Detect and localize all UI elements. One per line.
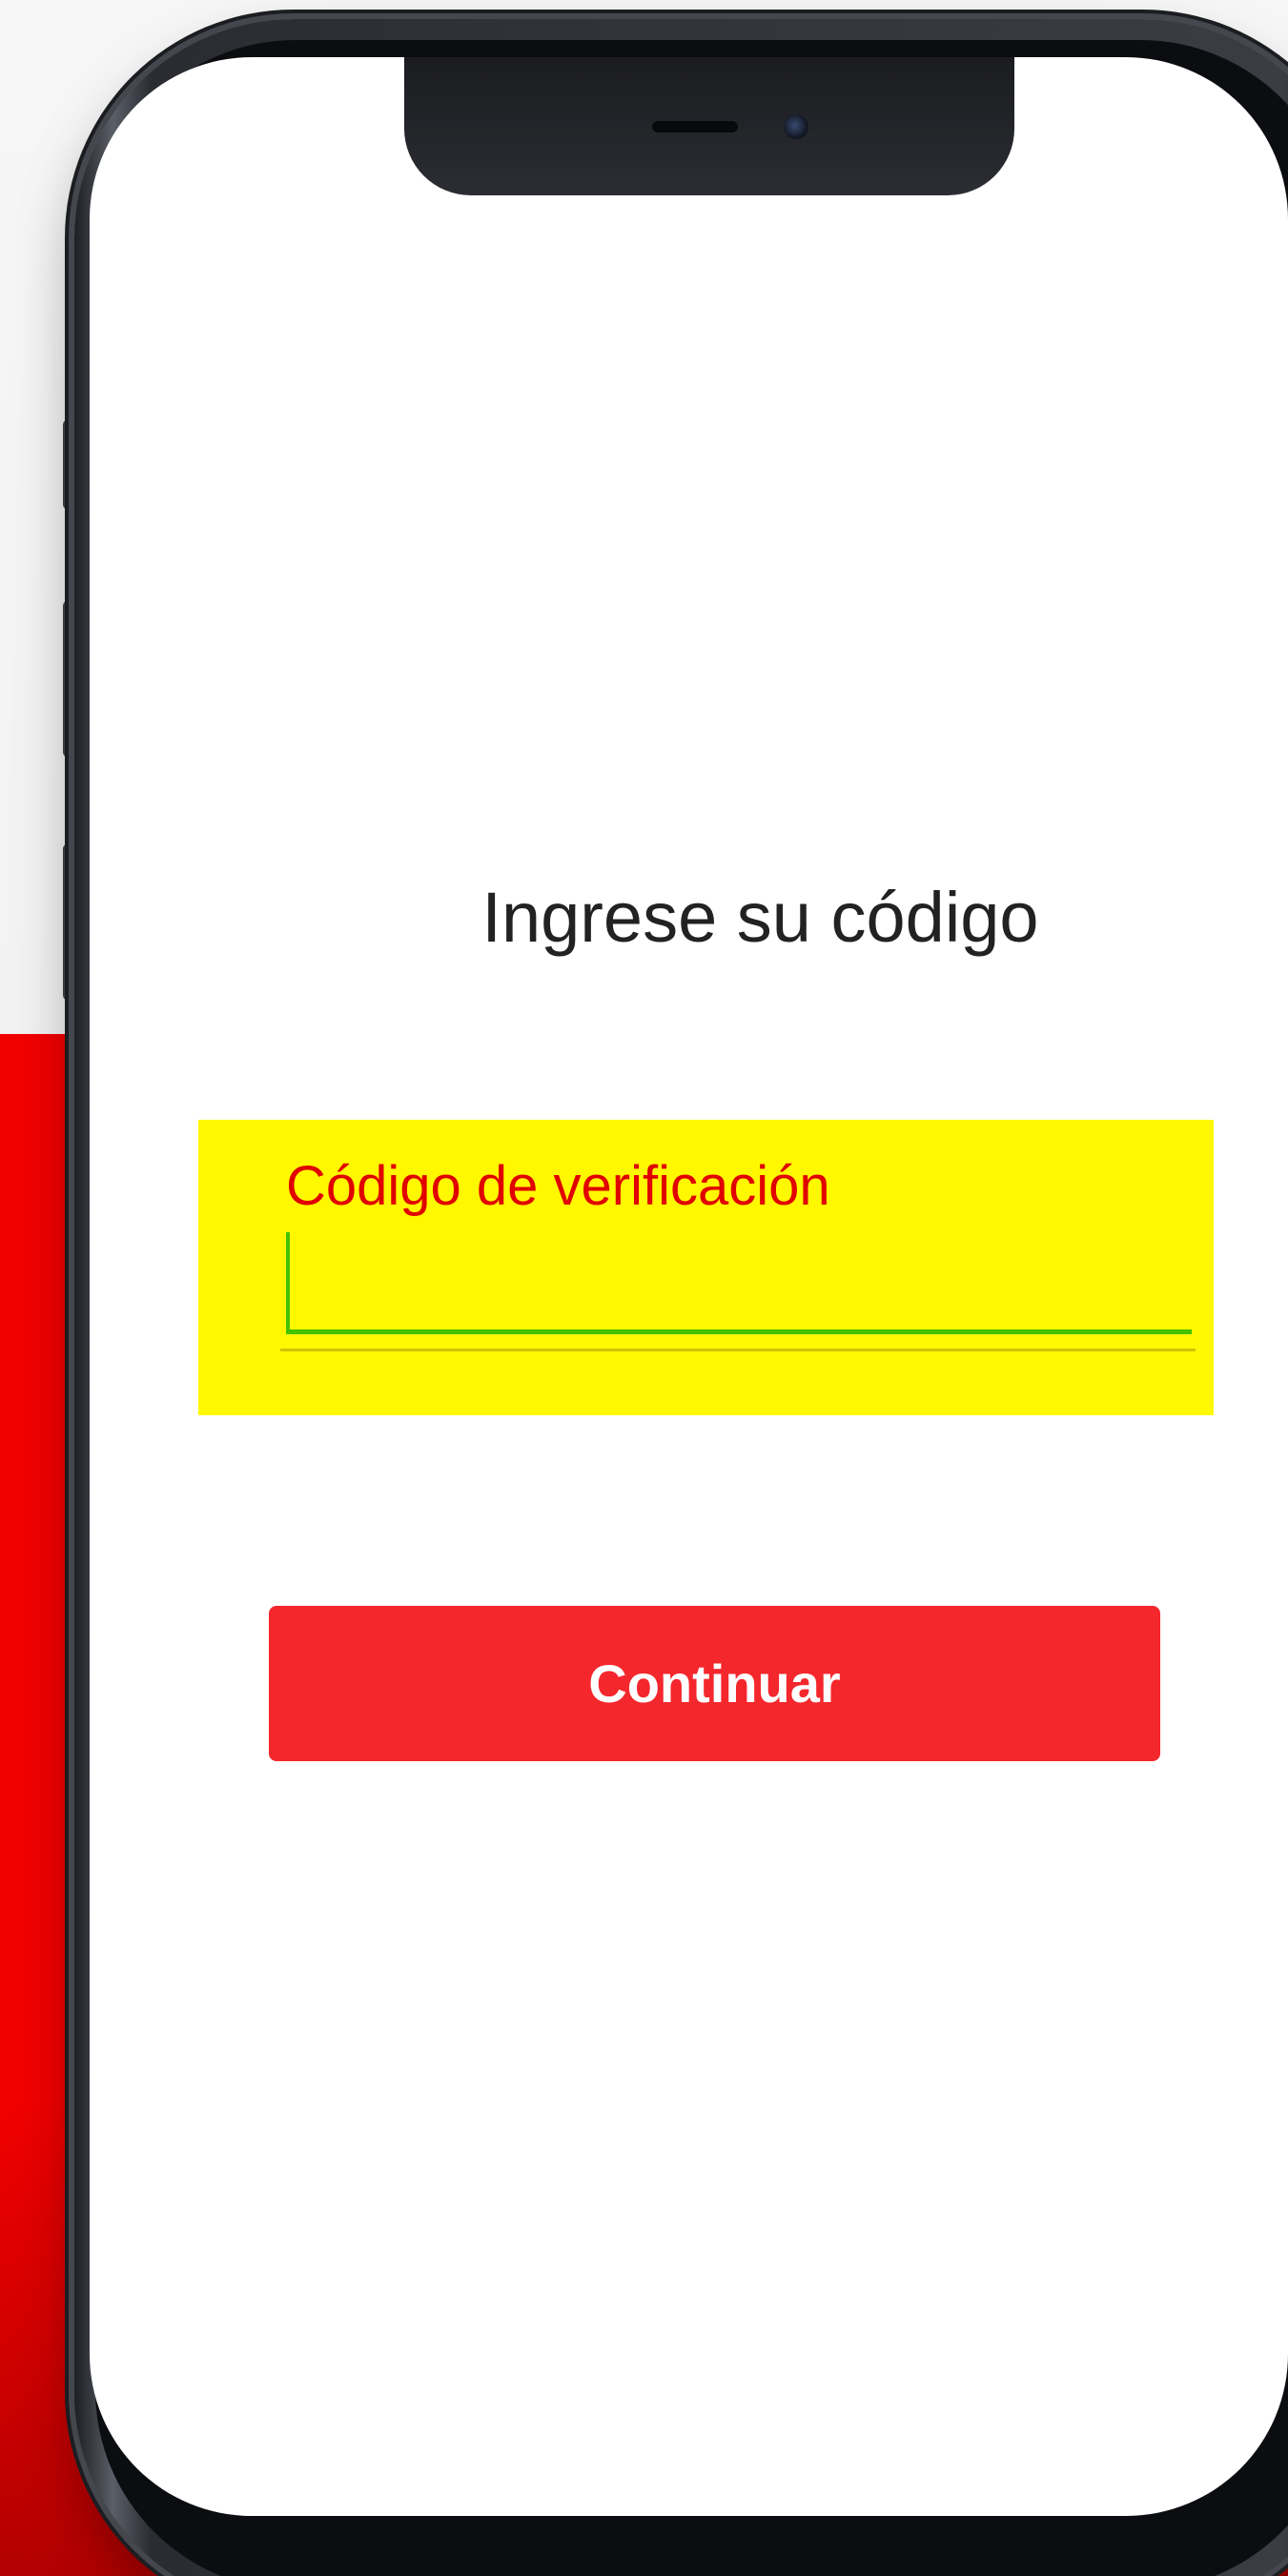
verification-code-label: Código de verificación bbox=[286, 1155, 830, 1217]
marketing-stage: Ingrese su código Código de verificación… bbox=[0, 0, 1288, 2576]
phone-screen: Ingrese su código Código de verificación… bbox=[90, 57, 1288, 2516]
verification-code-field[interactable]: Código de verificación bbox=[198, 1120, 1214, 1415]
verification-code-input[interactable] bbox=[286, 1239, 1192, 1334]
earpiece-speaker bbox=[652, 121, 738, 132]
text-cursor bbox=[286, 1232, 290, 1334]
page-title: Ingrese su código bbox=[481, 878, 1039, 957]
field-underline bbox=[280, 1349, 1196, 1351]
front-camera-icon bbox=[784, 114, 808, 139]
phone-notch bbox=[404, 57, 1014, 195]
continue-button[interactable]: Continuar bbox=[269, 1606, 1160, 1761]
